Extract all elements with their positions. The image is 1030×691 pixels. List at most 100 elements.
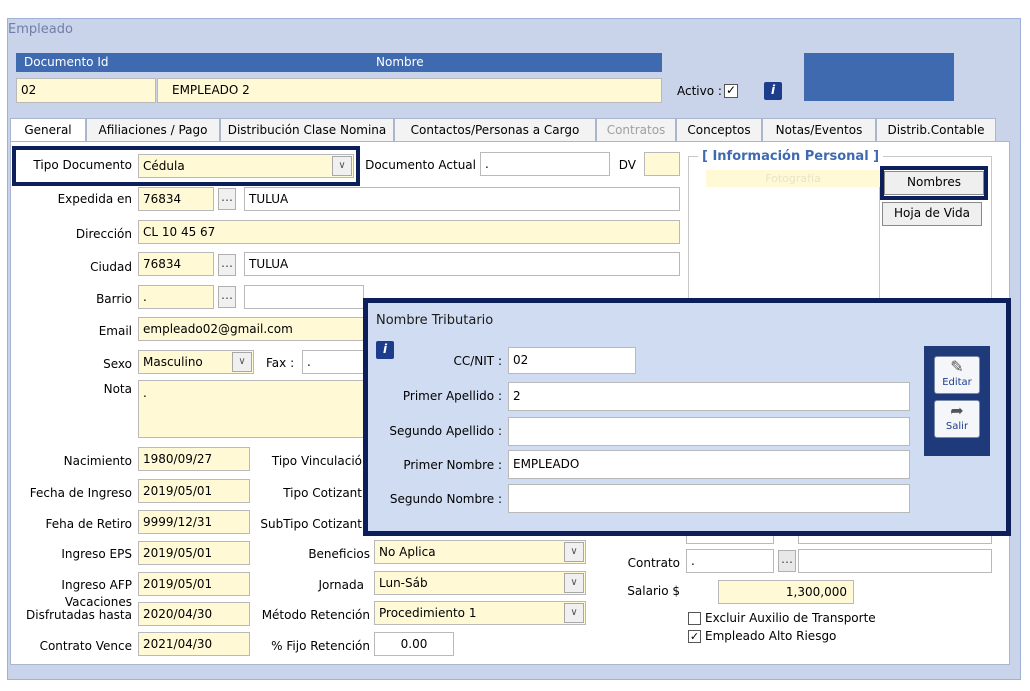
barrio-lookup-button[interactable]: … (218, 286, 236, 308)
ciudad-name-field[interactable]: TULUA (244, 252, 680, 276)
doc-id-field[interactable]: 02 (16, 78, 156, 103)
nota-field[interactable]: . (138, 380, 366, 438)
tab-contratos[interactable]: Contratos (596, 118, 676, 142)
nombre-field[interactable]: EMPLEADO 2 (157, 78, 662, 103)
metodo-select[interactable]: Procedimiento 1 (374, 601, 586, 625)
retiro-field[interactable]: 9999/12/31 (138, 510, 250, 534)
tab-distrib-contable[interactable]: Distrib.Contable (876, 118, 996, 142)
chevron-down-icon[interactable]: ∨ (564, 603, 584, 623)
ingreso-field[interactable]: 2019/05/01 (138, 479, 250, 503)
fijo-retencion-field[interactable]: 0.00 (374, 632, 454, 656)
ciudad-code-field[interactable]: 76834 (138, 252, 214, 276)
info-personal-title: [ Información Personal ] (698, 149, 884, 164)
documento-actual-label: Documento Actual (365, 158, 476, 172)
vacaciones-label-2: Disfrutadas hasta (26, 608, 132, 622)
salario-field[interactable]: 1,300,000 (718, 580, 854, 604)
jornada-select[interactable]: Lun-Sáb (374, 571, 586, 595)
edit-icon: ✎ (950, 357, 964, 376)
tab-afiliaciones[interactable]: Afiliaciones / Pago (86, 118, 220, 142)
tipo-documento-label: Tipo Documento (33, 158, 132, 172)
direccion-label: Dirección (75, 227, 132, 241)
segundo-nombre-field[interactable] (508, 484, 910, 513)
alto-riesgo-label: Empleado Alto Riesgo (705, 629, 837, 643)
photo-frame (706, 170, 880, 302)
metodo-label: Método Retención (261, 608, 370, 622)
activo-label: Activo : (677, 84, 722, 98)
tipo-vinculacion-label: Tipo Vinculació (271, 454, 362, 468)
retiro-label: Feha de Retiro (45, 517, 132, 531)
nombre-header: Nombre (376, 55, 424, 69)
chevron-down-icon[interactable]: ∨ (332, 156, 352, 176)
barrio-code-field[interactable]: . (138, 285, 214, 309)
contrato-field[interactable]: . (686, 549, 774, 573)
excluir-auxilio-label: Excluir Auxilio de Transporte (705, 611, 876, 625)
contrato-desc-field[interactable] (798, 549, 992, 573)
tipo-cotizante-label: Tipo Cotizant (283, 486, 362, 500)
vacaciones-field[interactable]: 2020/04/30 (138, 602, 250, 626)
chevron-down-icon[interactable]: ∨ (564, 542, 584, 562)
header-bar: Documento Id Nombre (16, 53, 662, 72)
chevron-down-icon[interactable]: ∨ (564, 573, 584, 593)
ingreso-afp-label: Ingreso AFP (61, 578, 132, 592)
ingreso-afp-field[interactable]: 2019/05/01 (138, 572, 250, 596)
contrato-vence-field[interactable]: 2021/04/30 (138, 632, 250, 656)
tab-notas[interactable]: Notas/Eventos (762, 118, 876, 142)
excluir-auxilio-checkbox[interactable] (688, 612, 701, 625)
header-color-panel (804, 53, 954, 101)
segundo-nombre-label: Segundo Nombre : (389, 492, 502, 506)
doc-id-header: Documento Id (24, 55, 109, 69)
nacimiento-label: Nacimiento (63, 454, 132, 468)
nombres-button[interactable]: Nombres (884, 171, 984, 195)
nacimiento-field[interactable]: 1980/09/27 (138, 447, 250, 471)
primer-nombre-label: Primer Nombre : (403, 458, 502, 472)
ciudad-lookup-button[interactable]: … (218, 254, 236, 276)
primer-nombre-field[interactable]: EMPLEADO (508, 450, 910, 479)
documento-actual-field[interactable]: . (480, 152, 610, 176)
dv-label: DV (618, 158, 636, 172)
ingreso-eps-field[interactable]: 2019/05/01 (138, 541, 250, 565)
activo-checkbox[interactable]: ✓ (724, 84, 738, 98)
contrato-lookup-button[interactable]: … (778, 550, 796, 572)
tipo-documento-select[interactable]: Cédula (138, 154, 354, 178)
segundo-apellido-field[interactable] (508, 417, 910, 446)
ciudad-label: Ciudad (90, 260, 132, 274)
tab-conceptos[interactable]: Conceptos (676, 118, 762, 142)
beneficios-select[interactable]: No Aplica (374, 540, 586, 564)
alto-riesgo-checkbox[interactable]: ✓ (688, 630, 701, 643)
info-icon[interactable]: i (764, 82, 782, 100)
tab-contactos[interactable]: Contactos/Personas a Cargo (394, 118, 596, 142)
chevron-down-icon[interactable]: ∨ (232, 352, 252, 372)
email-label: Email (98, 324, 132, 338)
contrato-label: Contrato (627, 556, 680, 570)
salario-label: Salario $ (627, 584, 680, 598)
barrio-name-field[interactable] (244, 285, 364, 309)
window-title: Empleado (8, 22, 73, 37)
sexo-label: Sexo (103, 357, 132, 371)
ingreso-eps-label: Ingreso EPS (61, 547, 132, 561)
dialog-title: Nombre Tributario (376, 313, 494, 328)
primer-apellido-field[interactable]: 2 (508, 382, 910, 411)
email-field[interactable]: empleado02@gmail.com (138, 317, 366, 341)
subtipo-cotizante-label: SubTipo Cotizant (260, 517, 362, 531)
primer-apellido-label: Primer Apellido : (402, 389, 502, 403)
ccnit-field[interactable]: 02 (508, 347, 636, 374)
expedida-lookup-button[interactable]: … (218, 188, 236, 210)
expedida-city-field[interactable]: TULUA (244, 187, 680, 211)
fax-field[interactable]: . (302, 350, 366, 374)
nota-label: Nota (103, 382, 132, 396)
salir-button[interactable]: ➦ Salir (934, 400, 980, 438)
direccion-field[interactable]: CL 10 45 67 (138, 220, 680, 244)
editar-label: Editar (942, 377, 972, 388)
expedida-code-field[interactable]: 76834 (138, 187, 214, 211)
dv-field[interactable] (644, 152, 680, 176)
editar-button[interactable]: ✎ Editar (934, 356, 980, 394)
salir-label: Salir (945, 421, 969, 432)
tab-distribucion-clase[interactable]: Distribución Clase Nomina (220, 118, 394, 142)
expedida-label: Expedida en (57, 192, 132, 206)
fax-label: Fax : (266, 356, 295, 370)
contrato-vence-label: Contrato Vence (39, 639, 132, 653)
tab-general[interactable]: General (10, 118, 86, 142)
hoja-vida-button[interactable]: Hoja de Vida (882, 202, 982, 226)
fijo-retencion-label: % Fijo Retención (271, 639, 370, 653)
photo-label: Fotografía (706, 170, 880, 187)
